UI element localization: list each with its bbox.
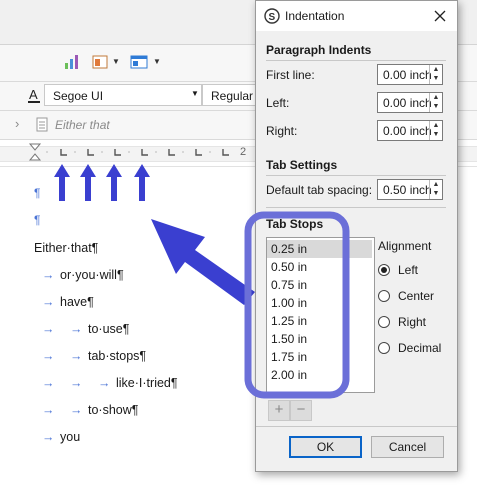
spin-down-icon[interactable]: ▼ [430,74,442,83]
left-indent-spinbox[interactable]: 0.00 inch ▲ ▼ [377,92,443,113]
svg-text:S: S [269,12,276,23]
document-line-text: to·show¶ [88,403,139,417]
tab-stop-item[interactable]: 1.75 in [267,348,372,366]
close-icon[interactable] [434,10,446,22]
spin-down-icon[interactable]: ▼ [430,189,442,198]
document-line-text: tab·stops¶ [88,349,147,363]
document-line-text: or·you·will¶ [60,268,124,282]
divider [266,175,446,176]
up-arrow-icons [54,164,150,201]
dialog-titlebar[interactable]: S Indentation [256,1,457,31]
alignment-option-label: Right [398,315,427,329]
paragraph-indents-heading: Paragraph Indents [266,43,372,57]
divider [266,60,446,61]
ok-button[interactable]: OK [289,436,362,458]
tab-stop-item[interactable]: 0.75 in [267,276,372,294]
left-indent-label: Left: [266,96,290,110]
default-tab-spacing-spinbox[interactable]: 0.50 inch ▲ ▼ [377,179,443,200]
indentation-dialog: S Indentation Paragraph Indents First li… [255,0,458,472]
tab-stop-item-label: 0.25 in [271,242,308,256]
document-line-text: have¶ [60,295,94,309]
document-line-text: you [60,430,81,444]
tab-stop-item-label: 2.00 in [271,368,308,382]
tab-stop-item[interactable]: 2.00 in [267,366,372,384]
remove-tab-stop-button[interactable]: − [290,400,312,421]
tab-arrow-icon: → [70,376,83,390]
tab-stop-item[interactable]: 0.50 in [267,258,372,276]
radio-button[interactable] [378,264,390,276]
spin-up-icon[interactable]: ▲ [430,65,442,74]
radio-button[interactable] [378,342,390,354]
spin-up-icon[interactable]: ▲ [430,180,442,189]
spin-up-icon[interactable]: ▲ [430,93,442,102]
alignment-option-center[interactable]: Center [378,289,448,305]
tab-stop-item-label: 0.75 in [271,278,308,292]
tab-arrow-icon: → [98,376,111,390]
first-line-spinbox[interactable]: 0.00 inch ▲ ▼ [377,64,443,85]
tab-stop-item[interactable]: 0.25 in [267,240,372,258]
divider [266,207,446,208]
right-indent-label: Right: [266,124,298,138]
radio-button[interactable] [378,316,390,328]
tab-stop-item-label: 1.50 in [271,332,308,346]
document-line-text: Either·that¶ [34,241,99,255]
empty-paragraph[interactable]: ¶ [34,213,40,227]
tab-stop-item-label: 1.00 in [271,296,308,310]
document-line-text: like·I·tried¶ [116,376,178,390]
first-line-label: First line: [266,68,315,82]
tab-stop-item-label: 1.75 in [271,350,308,364]
empty-paragraph[interactable]: ¶ [34,186,40,200]
tab-arrow-icon: → [42,349,55,363]
tab-arrow-icon: → [42,295,55,309]
alignment-option-label: Center [398,289,435,303]
tab-arrow-icon: → [42,403,55,417]
default-tab-spacing-value: 0.50 inch [383,183,432,197]
add-tab-stop-button[interactable]: + [268,400,290,421]
pilcrow-mark: ¶ [34,186,41,200]
divider [256,426,457,427]
cancel-button[interactable]: Cancel [371,436,444,458]
alignment-option-left[interactable]: Left [378,263,448,279]
first-line-value: 0.00 inch [383,68,432,82]
alignment-option-decimal[interactable]: Decimal [378,341,448,357]
radio-button[interactable] [378,290,390,302]
tab-stop-item[interactable]: 1.50 in [267,330,372,348]
tab-arrow-icon: → [70,322,83,336]
tab-stops-heading: Tab Stops [266,217,324,231]
tab-arrow-icon: → [42,268,55,282]
tab-stop-item[interactable]: 1.25 in [267,312,372,330]
default-tab-spacing-label: Default tab spacing: [266,183,373,197]
tab-stop-item-label: 1.25 in [271,314,308,328]
right-indent-value: 0.00 inch [383,124,432,138]
tab-stops-list[interactable]: 0.25 in 0.50 in 0.75 in 1.00 in 1.25 in 1.50 … [266,237,375,393]
dialog-title: Indentation [285,9,345,23]
right-indent-spinbox[interactable]: 0.00 inch ▲ ▼ [377,120,443,141]
document-line-text: to·use¶ [88,322,130,336]
alignment-option-label: Decimal [398,341,442,355]
tab-stop-item[interactable]: 1.00 in [267,294,372,312]
tab-settings-heading: Tab Settings [266,158,338,172]
tab-arrow-icon: → [42,376,55,390]
alignment-option-right[interactable]: Right [378,315,448,331]
alignment-option-label: Left [398,263,419,277]
alignment-heading: Alignment [378,239,432,253]
app-logo-icon: S [264,8,280,24]
tab-stop-item-label: 0.50 in [271,260,308,274]
left-indent-value: 0.00 inch [383,96,432,110]
spin-down-icon[interactable]: ▼ [430,102,442,111]
spin-down-icon[interactable]: ▼ [430,130,442,139]
tab-arrow-icon: → [70,349,83,363]
pilcrow-mark: ¶ [34,213,41,227]
tab-arrow-icon: → [42,430,55,444]
tab-arrow-icon: → [70,403,83,417]
spin-up-icon[interactable]: ▲ [430,121,442,130]
tab-arrow-icon: → [42,322,55,336]
big-arrow-icon [151,219,255,305]
